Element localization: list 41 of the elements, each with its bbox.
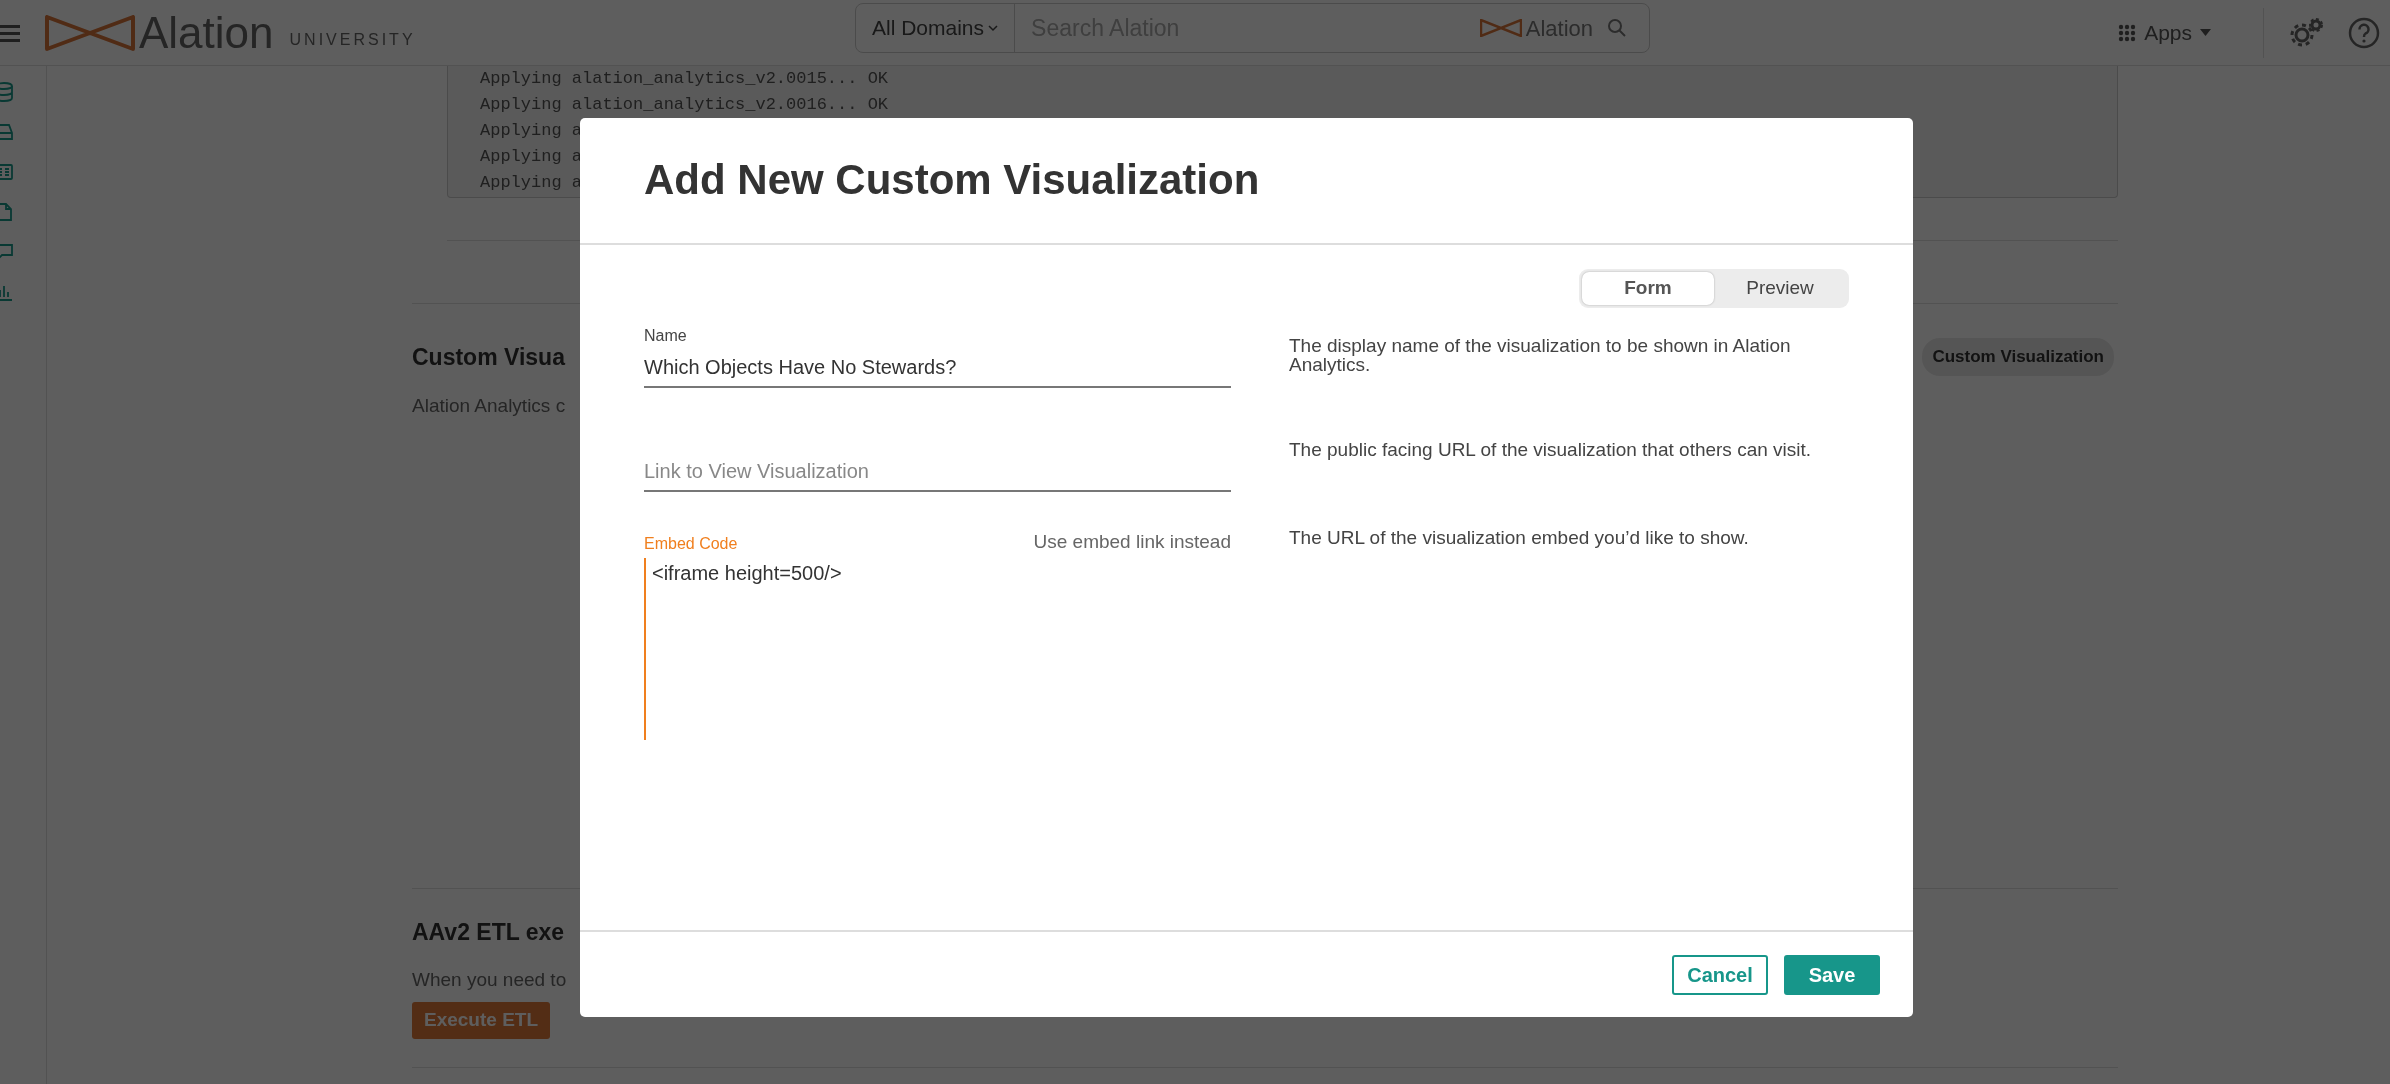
text-field[interactable]: Which Objects Have No Stewards?: [644, 351, 1231, 388]
field-help-text: The display name of the visualization to be shown in Alation Analytics.: [1289, 335, 1792, 377]
grid-icon: [2118, 23, 2137, 42]
log-line: Applying a: [480, 120, 583, 142]
brand-name: Alation: [139, 10, 274, 55]
cancel-button[interactable]: Cancel: [1672, 954, 1768, 995]
table-icon[interactable]: [0, 162, 14, 182]
chevron-down-icon: [988, 24, 999, 32]
view-tab[interactable]: Form: [1582, 272, 1714, 305]
caret-icon: [2200, 29, 2211, 36]
section-heading: Custom Visua: [412, 342, 565, 372]
section-description: Alation Analytics c: [412, 393, 566, 418]
domain-select[interactable]: All Domains: [856, 4, 1016, 52]
menu-icon[interactable]: [0, 23, 20, 42]
log-line: Applying alation_analytics_v2.0016... OK: [480, 94, 889, 116]
execute-button[interactable]: Execute ETL: [412, 1002, 551, 1039]
field-help-text: The URL of the visualization embed you’d like to show.: [1289, 527, 1750, 550]
log-line: Applying a: [480, 172, 583, 194]
save-button[interactable]: Save: [1784, 954, 1880, 995]
log-line: Applying a: [480, 146, 583, 168]
modal-title: Add New Custom Visualization: [644, 155, 1260, 206]
view-tab[interactable]: Preview: [1714, 272, 1846, 305]
brand-subtitle: UNIVERSITY: [289, 29, 416, 50]
drive-icon[interactable]: [0, 122, 14, 142]
field-label: Name: [644, 325, 687, 346]
bow-tie-logo-icon: [45, 14, 135, 51]
add-visualization-button[interactable]: Custom Visualization: [1922, 338, 2114, 376]
settings-icon[interactable]: [2290, 17, 2324, 48]
help-icon[interactable]: [2348, 16, 2380, 49]
apps-menu[interactable]: Apps: [2112, 15, 2217, 50]
section-description: When you need to: [412, 967, 567, 992]
embed-link-toggle[interactable]: Use embed link instead: [1033, 527, 1231, 556]
log-line: Applying alation_analytics_v2.0015... OK: [480, 68, 889, 90]
section-heading: AAv2 ETL exe: [412, 918, 565, 947]
search-icon[interactable]: [1607, 18, 1627, 38]
text-field[interactable]: Link to View Visualization: [644, 455, 1231, 492]
field-label: Embed Code: [644, 534, 738, 554]
database-icon[interactable]: [0, 82, 14, 102]
document-icon[interactable]: [0, 202, 14, 222]
field-help-text: The public facing URL of the visualization that others can visit.: [1289, 439, 1813, 462]
bow-tie-logo-icon: [1479, 19, 1522, 37]
